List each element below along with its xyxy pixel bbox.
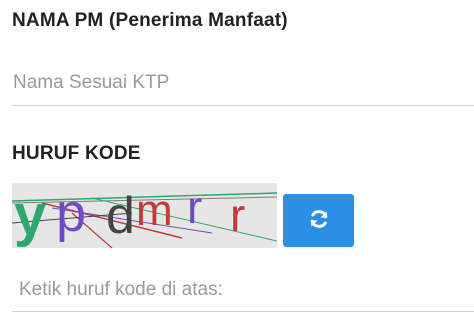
huruf-kode-label: HURUF KODE [12,143,141,164]
captcha-char: p [56,183,86,243]
huruf-kode-input[interactable] [12,268,474,312]
form-page: NAMA PM (Penerima Manfaat) HURUF KODE y … [0,0,474,318]
captcha-char: d [106,187,135,245]
captcha-char: y [14,183,46,248]
nama-label: NAMA PM (Penerima Manfaat) [12,10,288,31]
captcha-char: m [136,186,173,235]
captcha-image: y p d m r r [12,183,277,248]
captcha-char: r [187,183,202,233]
captcha-char: r [230,189,245,241]
refresh-captcha-button[interactable] [283,194,354,247]
nama-input[interactable] [12,60,474,106]
refresh-icon [308,208,330,233]
captcha-graphic: y p d m r r [12,183,277,248]
